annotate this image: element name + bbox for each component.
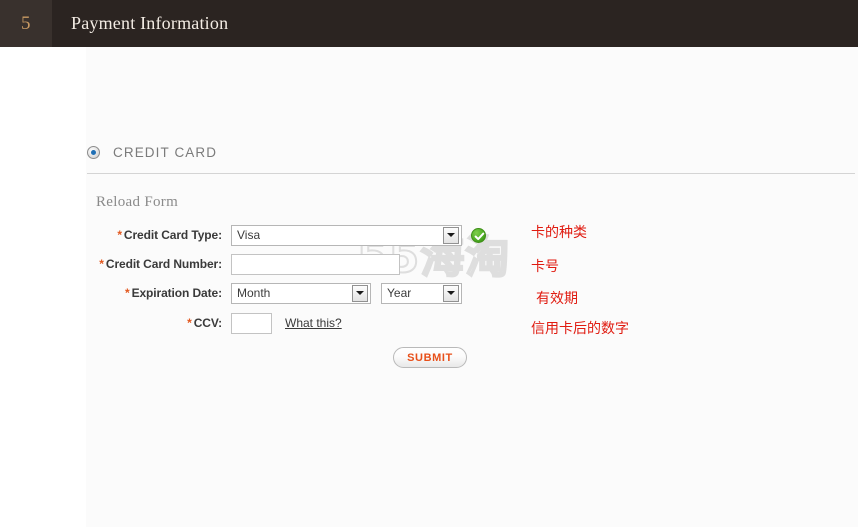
required-asterisk: * [99, 257, 104, 271]
payment-method-credit-card[interactable]: CREDIT CARD [87, 143, 217, 161]
submit-button-label: SUBMIT [407, 351, 453, 364]
select-expiration-year[interactable]: Year [381, 282, 462, 304]
field-row-card-type: * Credit Card Type: Visa [95, 224, 486, 246]
select-card-type[interactable]: Visa [231, 224, 462, 246]
form-heading: Reload Form [96, 194, 179, 210]
payment-method-label: CREDIT CARD [113, 144, 218, 160]
control-ccv: What this? [231, 312, 342, 334]
label-ccv: * CCV: [95, 316, 222, 330]
chevron-down-icon[interactable] [443, 284, 459, 302]
select-expiration-month-value: Month [237, 286, 271, 300]
field-row-expiration: * Expiration Date: Month Year [95, 282, 462, 304]
step-number-box: 5 [0, 0, 52, 47]
step-number: 5 [21, 12, 31, 34]
input-card-number[interactable] [231, 253, 400, 275]
label-expiration-text: Expiration Date: [131, 286, 223, 300]
select-card-type-value: Visa [237, 228, 261, 242]
radio-credit-card-icon[interactable] [87, 145, 100, 159]
required-asterisk: * [117, 228, 122, 242]
label-card-number: * Credit Card Number: [95, 257, 222, 271]
chevron-down-icon[interactable] [443, 226, 459, 244]
label-card-type-text: Credit Card Type: [123, 228, 222, 242]
page-title: Payment Information [71, 13, 229, 33]
label-card-number-text: Credit Card Number: [105, 257, 222, 271]
annotation-3: 信用卡后的数字 [531, 321, 629, 337]
annotation-2: 有效期 [536, 291, 578, 307]
annotation-1: 卡号 [531, 259, 559, 275]
required-asterisk: * [187, 316, 192, 330]
select-expiration-year-value: Year [387, 286, 412, 300]
page-root: 5 Payment Information CREDIT CARD Reload… [0, 0, 858, 527]
submit-button[interactable]: SUBMIT [393, 347, 467, 368]
section-divider [87, 173, 855, 174]
control-card-type: Visa [231, 224, 486, 246]
annotation-0: 卡的种类 [531, 225, 587, 241]
page-header: 5 Payment Information [0, 0, 858, 47]
green-check-icon [471, 227, 486, 243]
label-expiration: * Expiration Date: [95, 286, 222, 300]
control-expiration: Month Year [231, 282, 462, 304]
required-asterisk: * [125, 286, 130, 300]
select-expiration-month[interactable]: Month [231, 282, 371, 304]
input-ccv[interactable] [231, 312, 272, 334]
label-ccv-text: CCV: [193, 316, 222, 330]
control-card-number [231, 253, 400, 275]
field-row-card-number: * Credit Card Number: [95, 253, 400, 275]
field-row-ccv: * CCV: What this? [95, 312, 342, 334]
label-card-type: * Credit Card Type: [95, 228, 222, 242]
ccv-help-link[interactable]: What this? [285, 316, 342, 330]
chevron-down-icon[interactable] [352, 284, 368, 302]
